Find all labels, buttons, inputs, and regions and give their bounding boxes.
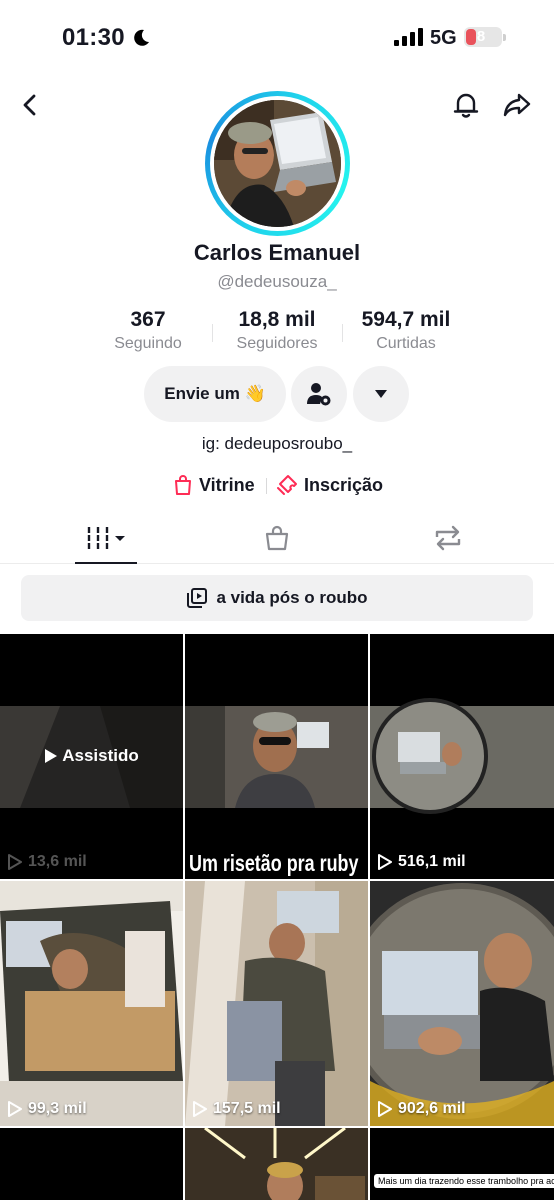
view-count: 157,5 mil bbox=[193, 1100, 281, 1118]
video-thumbnail[interactable]: 157,5 mil bbox=[185, 881, 368, 1126]
thumbnail-image bbox=[370, 1128, 554, 1200]
playlist-button[interactable]: a vida pós o roubo bbox=[21, 575, 533, 621]
showcase-link[interactable]: Vitrine bbox=[173, 474, 255, 496]
moon-icon bbox=[134, 29, 149, 46]
profile-stats: 367 Seguindo 18,8 mil Seguidores 594,7 m… bbox=[0, 308, 554, 356]
stats-divider bbox=[342, 324, 343, 342]
avatar[interactable] bbox=[214, 100, 341, 227]
add-friend-button[interactable] bbox=[291, 366, 347, 422]
view-count: 13,6 mil bbox=[8, 853, 87, 871]
bag-icon bbox=[175, 475, 191, 495]
links-divider bbox=[266, 478, 267, 494]
profile-name: Carlos Emanuel bbox=[193, 240, 361, 265]
watched-label: Assistido bbox=[62, 746, 139, 765]
stat-likes-label: Curtidas bbox=[376, 335, 436, 352]
playlist-label: a vida pós o roubo bbox=[216, 588, 368, 607]
stat-following[interactable]: 367 Seguindo bbox=[98, 308, 198, 353]
view-count: 516,1 mil bbox=[378, 853, 466, 871]
chevron-down-icon bbox=[375, 390, 387, 398]
status-bar: 01:30 5G 8 bbox=[0, 0, 554, 76]
play-icon bbox=[193, 1101, 207, 1117]
stat-following-value: 367 bbox=[130, 308, 166, 331]
stat-likes-value: 594,7 mil bbox=[361, 308, 451, 331]
content-tabs bbox=[0, 512, 554, 564]
avatar-photo bbox=[214, 100, 341, 227]
video-thumbnail[interactable]: Assistido 13,6 mil bbox=[0, 634, 183, 879]
view-count-text: 13,6 mil bbox=[28, 853, 87, 870]
thumbnail-image bbox=[185, 881, 368, 1126]
message-button[interactable]: Envie um 👋 bbox=[144, 366, 286, 422]
shop-bag-icon bbox=[265, 525, 289, 551]
profile-actions: Envie um 👋 bbox=[0, 366, 554, 422]
video-caption: Mais um dia trazendo esse trambolho pra … bbox=[374, 1174, 554, 1188]
notifications-button[interactable] bbox=[448, 87, 484, 123]
view-count-text: 516,1 mil bbox=[398, 853, 466, 870]
avatar-ring[interactable] bbox=[205, 91, 350, 236]
repost-icon bbox=[435, 525, 461, 551]
thumbnail-image bbox=[0, 881, 183, 1126]
view-count-text: 902,6 mil bbox=[398, 1100, 466, 1117]
subscription-link[interactable]: Inscrição bbox=[276, 474, 383, 496]
play-icon bbox=[8, 854, 22, 870]
video-thumbnail[interactable]: 516,1 mil bbox=[370, 634, 554, 879]
video-thumbnail[interactable] bbox=[185, 1128, 368, 1200]
view-count: 902,6 mil bbox=[378, 1100, 466, 1118]
thumbnail-image bbox=[370, 881, 554, 1126]
stat-followers-value: 18,8 mil bbox=[238, 308, 316, 331]
stat-followers[interactable]: 18,8 mil Seguidores bbox=[220, 308, 334, 353]
tab-videos[interactable] bbox=[14, 512, 198, 564]
signal-icon bbox=[394, 28, 423, 46]
ticket-icon bbox=[277, 475, 297, 495]
active-tab-indicator bbox=[75, 562, 137, 564]
battery-icon: 8 bbox=[464, 27, 506, 47]
watched-badge: Assistido bbox=[0, 746, 183, 766]
stat-likes[interactable]: 594,7 mil Curtidas bbox=[350, 308, 462, 353]
back-icon bbox=[23, 94, 36, 116]
view-count: 99,3 mil bbox=[8, 1100, 87, 1118]
profile-username: @dedeusouza_ bbox=[217, 272, 337, 291]
video-grid: Assistido 13,6 mil Um risetão pra ruby 5… bbox=[0, 634, 554, 1200]
view-count-text: 99,3 mil bbox=[28, 1100, 87, 1117]
status-time: 01:30 bbox=[62, 24, 151, 52]
back-button[interactable] bbox=[12, 87, 48, 123]
play-icon bbox=[378, 854, 392, 870]
thumbnail-image bbox=[185, 634, 368, 879]
video-thumbnail[interactable]: 902,6 mil bbox=[370, 881, 554, 1126]
video-thumbnail[interactable]: Mais um dia trazendo esse trambolho pra … bbox=[370, 1128, 554, 1200]
thumbnail-image bbox=[370, 634, 554, 879]
tab-reposts[interactable] bbox=[356, 512, 540, 564]
grid-icon bbox=[85, 527, 125, 549]
stat-followers-label: Seguidores bbox=[236, 335, 318, 352]
profile-links: Vitrine Inscrição bbox=[0, 474, 554, 498]
video-thumbnail[interactable]: Um risetão pra ruby bbox=[185, 634, 368, 879]
showcase-label: Vitrine bbox=[199, 474, 255, 495]
thumbnail-image bbox=[185, 1128, 368, 1200]
play-icon bbox=[45, 749, 58, 763]
play-icon bbox=[8, 1101, 22, 1117]
thumbnail-image bbox=[0, 1128, 183, 1200]
video-thumbnail[interactable]: 99,3 mil bbox=[0, 881, 183, 1126]
more-options-button[interactable] bbox=[353, 366, 409, 422]
battery-level: 8 bbox=[476, 28, 486, 45]
time-text: 01:30 bbox=[62, 24, 125, 51]
bio-text: ig: dedeuposroubo_ bbox=[201, 434, 353, 453]
stats-divider bbox=[212, 324, 213, 342]
add-friend-gear-icon bbox=[307, 383, 331, 406]
bell-icon bbox=[453, 93, 479, 118]
stat-following-label: Seguindo bbox=[114, 335, 182, 352]
playlist-icon bbox=[187, 588, 208, 608]
subscription-label: Inscrição bbox=[304, 474, 384, 495]
view-count-text: 157,5 mil bbox=[213, 1100, 281, 1117]
play-icon bbox=[378, 1101, 392, 1117]
video-caption: Um risetão pra ruby bbox=[189, 850, 359, 876]
network-label: 5G bbox=[430, 27, 457, 49]
share-icon bbox=[503, 93, 531, 117]
tab-shop[interactable] bbox=[185, 512, 369, 564]
video-thumbnail[interactable] bbox=[0, 1128, 183, 1200]
share-button[interactable] bbox=[499, 87, 535, 123]
